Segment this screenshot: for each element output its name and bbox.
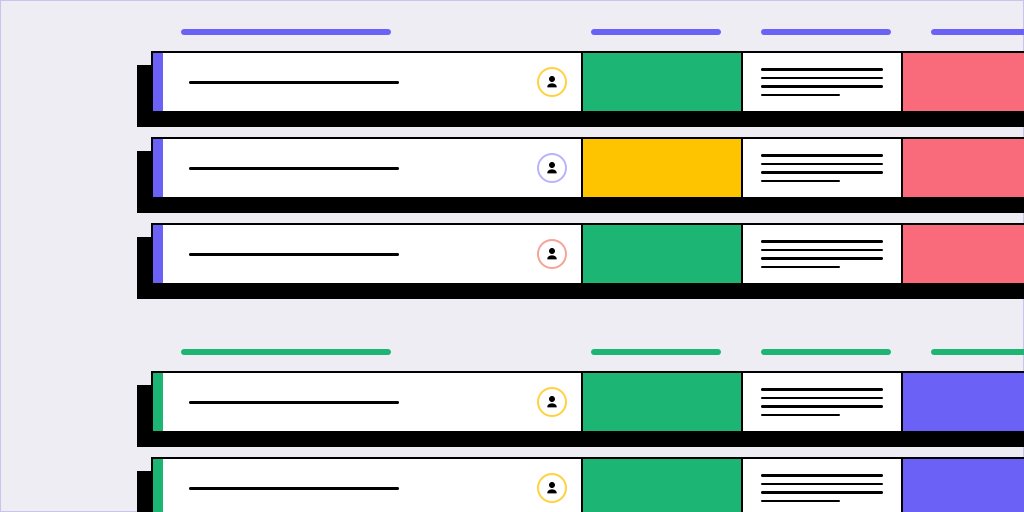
text-placeholder-line [761,405,883,408]
text-placeholder-line [761,240,883,243]
text-placeholder-line [761,388,883,391]
text-cell [743,373,903,431]
column-header-bar [591,349,721,355]
title-placeholder-line [189,401,399,404]
text-cell [743,139,903,197]
row-body [151,51,1024,113]
text-placeholder-line [761,500,840,503]
column-header-bar [931,349,1024,355]
row-body [151,371,1024,433]
person-icon [544,246,560,262]
title-placeholder-line [189,167,399,170]
priority-cell[interactable] [903,225,1024,283]
column-header-bar [181,29,391,35]
status-cell[interactable] [583,373,743,431]
row-accent [153,373,163,431]
title-cell[interactable] [163,139,583,197]
status-cell[interactable] [583,459,743,512]
title-placeholder-line [189,253,399,256]
priority-cell[interactable] [903,139,1024,197]
assignee-avatar[interactable] [537,473,567,503]
assignee-avatar[interactable] [537,387,567,417]
assignee-avatar[interactable] [537,239,567,269]
text-placeholder-line [761,77,883,80]
text-placeholder-line [761,154,883,157]
text-placeholder-line [761,163,883,166]
table-row[interactable] [151,137,1024,199]
row-body [151,457,1024,512]
text-placeholder-line [761,257,883,260]
title-placeholder-line [189,81,399,84]
text-placeholder-line [761,85,883,88]
text-placeholder-line [761,474,883,477]
column-header-bar [181,349,391,355]
row-body [151,137,1024,199]
column-header-bar [761,29,891,35]
priority-cell[interactable] [903,373,1024,431]
text-placeholder-line [761,249,883,252]
row-accent [153,53,163,111]
person-icon [544,394,560,410]
text-placeholder-line [761,491,883,494]
assignee-avatar[interactable] [537,153,567,183]
title-cell[interactable] [163,53,583,111]
status-cell[interactable] [583,53,743,111]
text-placeholder-line [761,414,840,417]
column-header-bar [931,29,1024,35]
person-icon [544,74,560,90]
column-header-bar [761,349,891,355]
text-placeholder-line [761,483,883,486]
person-icon [544,160,560,176]
text-placeholder-line [761,266,840,269]
text-placeholder-line [761,94,840,97]
assignee-avatar[interactable] [537,67,567,97]
text-cell [743,225,903,283]
status-cell[interactable] [583,139,743,197]
table-row[interactable] [151,223,1024,285]
status-cell[interactable] [583,225,743,283]
row-accent [153,139,163,197]
text-placeholder-line [761,68,883,71]
text-cell [743,53,903,111]
column-header-bar [591,29,721,35]
table-row[interactable] [151,51,1024,113]
table-row[interactable] [151,457,1024,512]
text-placeholder-line [761,397,883,400]
title-cell[interactable] [163,459,583,512]
person-icon [544,480,560,496]
row-accent [153,225,163,283]
title-cell[interactable] [163,373,583,431]
priority-cell[interactable] [903,53,1024,111]
title-cell[interactable] [163,225,583,283]
row-body [151,223,1024,285]
priority-cell[interactable] [903,459,1024,512]
text-placeholder-line [761,171,883,174]
title-placeholder-line [189,487,399,490]
table-row[interactable] [151,371,1024,433]
row-accent [153,459,163,512]
text-cell [743,459,903,512]
text-placeholder-line [761,180,840,183]
